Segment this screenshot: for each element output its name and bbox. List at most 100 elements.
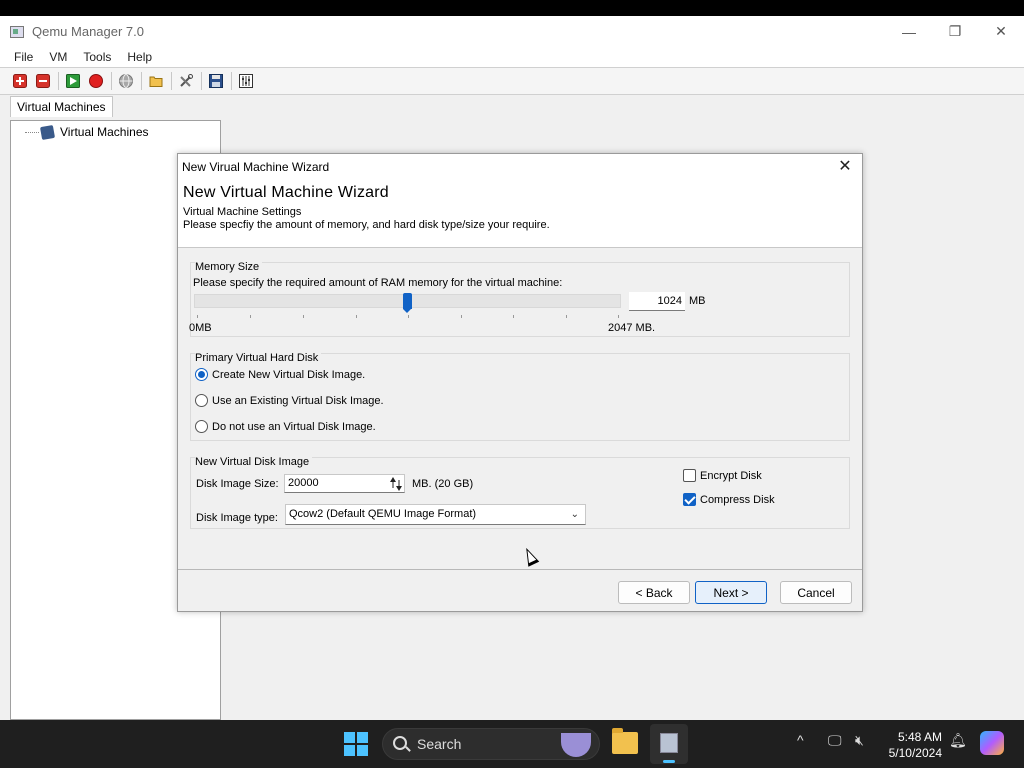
radio-label: Create New Virtual Disk Image.: [212, 368, 366, 381]
copilot-icon[interactable]: [980, 731, 1004, 755]
slider-tick: [618, 315, 619, 318]
memory-size-input[interactable]: 1024: [629, 292, 685, 311]
memory-prompt: Please specify the required amount of RA…: [193, 277, 563, 289]
memory-size-group: Memory Size Please specify the required …: [189, 261, 850, 337]
radio-button: [195, 420, 208, 433]
windows-logo-icon: [344, 745, 355, 756]
close-button[interactable]: ✕: [978, 16, 1024, 47]
toolbar-separator: [231, 72, 232, 90]
minimize-button[interactable]: —: [886, 16, 932, 47]
windows-logo-icon: [344, 732, 355, 743]
tree-item-label: Virtual Machines: [60, 125, 149, 139]
taskbar-search-box[interactable]: Search: [382, 728, 600, 760]
chevron-down-icon: ⌄: [570, 509, 579, 520]
checkbox-box: [683, 493, 696, 506]
radio-label: Use an Existing Virtual Disk Image.: [212, 394, 384, 407]
open-folder-button[interactable]: [146, 71, 166, 91]
dialog-footer: < Back Next > Cancel: [178, 569, 862, 612]
checkbox-box: [683, 469, 696, 482]
back-button[interactable]: < Back: [618, 581, 690, 604]
start-vm-button[interactable]: [63, 71, 83, 91]
toolbar-separator: [171, 72, 172, 90]
add-vm-button[interactable]: [10, 71, 30, 91]
slider-tick: [408, 315, 409, 318]
tree-connector: [25, 131, 39, 133]
radio-create-new-disk[interactable]: Create New Virtual Disk Image.: [195, 368, 365, 381]
memory-min-label: 0MB: [189, 322, 212, 334]
menu-tools[interactable]: Tools: [75, 50, 119, 64]
radio-button: [195, 394, 208, 407]
tree-item-virtual-machines[interactable]: Virtual Machines: [25, 124, 149, 140]
slider-tick: [356, 315, 357, 318]
new-vm-wizard-dialog: New Virual Machine Wizard ✕ New Virtual …: [177, 153, 863, 612]
radio-no-disk[interactable]: Do not use an Virtual Disk Image.: [195, 420, 376, 433]
qemu-manager-icon: [660, 733, 678, 753]
start-button[interactable]: [344, 732, 368, 756]
menu-vm[interactable]: VM: [41, 50, 75, 64]
dialog-title-bar: New Virual Machine Wizard ✕: [178, 154, 862, 180]
menu-help[interactable]: Help: [119, 50, 160, 64]
memory-max-label: 2047 MB.: [608, 322, 656, 334]
dialog-description: Please specfiy the amount of memory, and…: [183, 219, 550, 231]
memory-unit-label: MB: [689, 295, 706, 307]
radio-label: Do not use an Virtual Disk Image.: [212, 420, 376, 433]
open-folder-icon: [149, 76, 163, 87]
menu-bar: File VM Tools Help: [0, 47, 1024, 67]
slider-tick: [566, 315, 567, 318]
disk-type-select[interactable]: Qcow2 (Default QEMU Image Format) ⌄: [285, 504, 586, 525]
tray-overflow-chevron-icon[interactable]: ^: [797, 732, 804, 748]
taskbar-qemu-manager[interactable]: [650, 724, 688, 764]
search-label: Search: [417, 736, 462, 752]
compress-disk-checkbox[interactable]: Compress Disk: [683, 493, 775, 506]
network-status-icon[interactable]: 🖵: [828, 732, 842, 749]
primary-disk-group: Primary Virtual Hard Disk Create New Vir…: [190, 352, 850, 441]
search-icon: [393, 736, 407, 750]
checkbox-label: Encrypt Disk: [700, 469, 762, 482]
slider-tick: [513, 315, 514, 318]
disk-size-spinner-icon[interactable]: [387, 474, 404, 493]
checkbox-label: Compress Disk: [700, 493, 775, 506]
toolbar-separator: [141, 72, 142, 90]
disk-size-label: Disk Image Size:: [196, 478, 279, 490]
save-button[interactable]: [206, 71, 226, 91]
remove-vm-icon: [36, 74, 50, 88]
radio-use-existing-disk[interactable]: Use an Existing Virtual Disk Image.: [195, 394, 384, 407]
slider-tick: [250, 315, 251, 318]
window-controls: — ❐ ✕: [886, 16, 1024, 47]
disk-size-unit: MB. (20 GB): [412, 478, 474, 490]
file-explorer-icon[interactable]: [612, 728, 638, 754]
disk-type-label: Disk Image type:: [196, 512, 278, 524]
tab-virtual-machines[interactable]: Virtual Machines: [10, 96, 113, 117]
taskbar: Search ^ 🖵 🔇︎ 5:48 AM 5/10/2024 🔔︎: [0, 720, 1024, 768]
dialog-close-button[interactable]: ✕: [836, 157, 854, 175]
toolbar: [0, 67, 1024, 95]
stop-vm-button[interactable]: [86, 71, 106, 91]
clock-date: 5/10/2024: [888, 746, 942, 760]
slider-tick: [303, 315, 304, 318]
add-vm-icon: [13, 74, 27, 88]
cancel-button[interactable]: Cancel: [780, 581, 852, 604]
remove-vm-button[interactable]: [33, 71, 53, 91]
settings-icon: [239, 74, 253, 88]
window-title: Qemu Manager 7.0: [32, 24, 145, 39]
windows-logo-icon: [357, 745, 368, 756]
settings-button[interactable]: [236, 71, 256, 91]
notification-bell-icon[interactable]: 🔔︎: [949, 732, 967, 749]
encrypt-disk-checkbox[interactable]: Encrypt Disk: [683, 469, 762, 482]
virtual-machine-icon: [39, 124, 56, 140]
app-icon: [10, 25, 24, 38]
system-clock[interactable]: 5:48 AM 5/10/2024: [889, 729, 942, 761]
volume-muted-icon[interactable]: 🔇︎: [855, 732, 864, 749]
active-indicator: [663, 760, 675, 763]
clock-time: 5:48 AM: [897, 730, 942, 744]
tools-icon: [180, 74, 193, 87]
network-button[interactable]: [116, 71, 136, 91]
toolbar-separator: [201, 72, 202, 90]
memory-slider-thumb[interactable]: [403, 293, 412, 313]
restore-button[interactable]: ❐: [932, 16, 978, 47]
dialog-heading: New Virtual Machine Wizard: [183, 184, 389, 201]
dialog-window-title: New Virual Machine Wizard: [182, 160, 330, 174]
tools-button[interactable]: [176, 71, 196, 91]
menu-file[interactable]: File: [6, 50, 41, 64]
next-button[interactable]: Next >: [695, 581, 767, 604]
